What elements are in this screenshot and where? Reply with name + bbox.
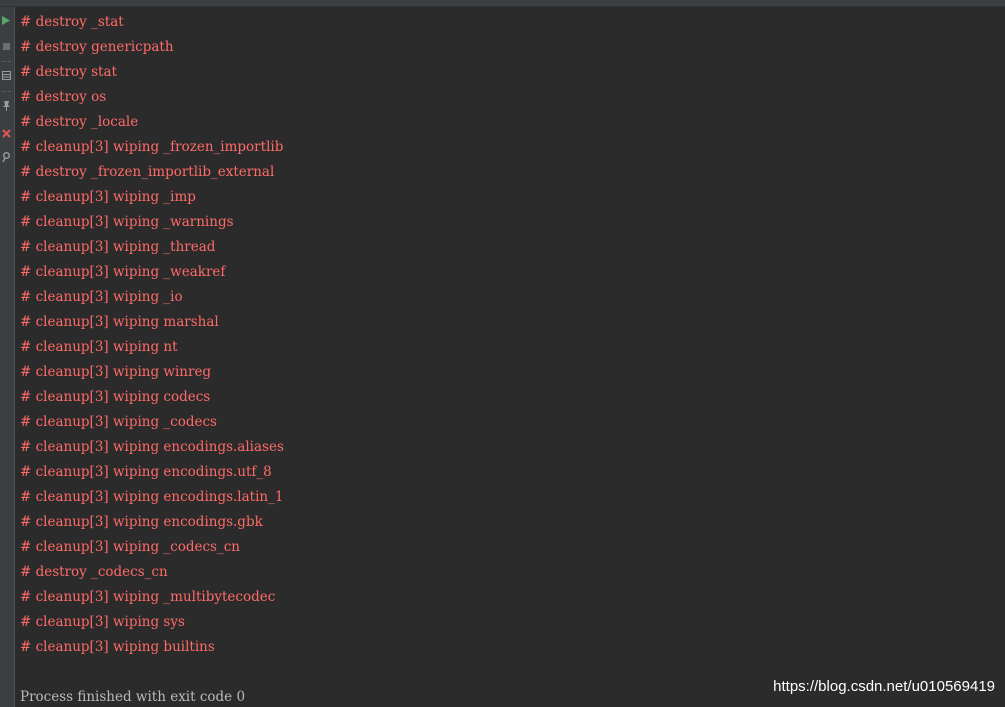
console-line: # destroy genericpath bbox=[20, 39, 174, 55]
console-line: # cleanup[3] wiping _codecs_cn bbox=[20, 539, 240, 555]
console-line: # destroy _locale bbox=[20, 114, 139, 130]
console-line: # destroy stat bbox=[20, 64, 117, 80]
console-line: # cleanup[3] wiping encodings.latin_1 bbox=[20, 489, 284, 505]
console-line: # cleanup[3] wiping _frozen_importlib bbox=[20, 139, 284, 155]
toolbar-separator bbox=[2, 61, 11, 62]
console-line: # cleanup[3] wiping encodings.utf_8 bbox=[20, 464, 272, 480]
console-line: # cleanup[3] wiping _weakref bbox=[20, 264, 226, 280]
pin-icon[interactable] bbox=[0, 99, 12, 113]
stop-icon[interactable] bbox=[0, 39, 12, 53]
layout-icon[interactable] bbox=[0, 68, 12, 82]
console-line: # destroy _stat bbox=[20, 14, 124, 30]
console-line: # cleanup[3] wiping _multibytecodec bbox=[20, 589, 276, 605]
console-line: # cleanup[3] wiping _thread bbox=[20, 239, 216, 255]
window-top-bar bbox=[0, 0, 1005, 7]
console-line: # cleanup[3] wiping marshal bbox=[20, 314, 219, 330]
console-line: # cleanup[3] wiping winreg bbox=[20, 364, 212, 380]
console-line: # cleanup[3] wiping nt bbox=[20, 339, 178, 355]
console-line: # destroy _codecs_cn bbox=[20, 564, 168, 580]
console-line: # destroy os bbox=[20, 89, 107, 105]
console-toolbar bbox=[0, 7, 15, 707]
console-line: # destroy _frozen_importlib_external bbox=[20, 164, 275, 180]
run-icon[interactable] bbox=[0, 13, 12, 27]
console-line: # cleanup[3] wiping encodings.aliases bbox=[20, 439, 284, 455]
console-line: # cleanup[3] wiping _io bbox=[20, 289, 183, 305]
console-line: # cleanup[3] wiping codecs bbox=[20, 389, 211, 405]
console-line: # cleanup[3] wiping builtins bbox=[20, 639, 215, 655]
close-icon[interactable] bbox=[0, 126, 12, 140]
console-line: # cleanup[3] wiping _warnings bbox=[20, 214, 234, 230]
watermark-url: https://blog.csdn.net/u010569419 bbox=[773, 678, 995, 695]
console-output[interactable]: # destroy _stat # destroy genericpath # de… bbox=[20, 12, 980, 705]
exit-message: Process finished with exit code 0 bbox=[20, 689, 246, 705]
toolbar-separator bbox=[2, 91, 11, 92]
console-line: # cleanup[3] wiping _imp bbox=[20, 189, 196, 205]
console-line: # cleanup[3] wiping encodings.gbk bbox=[20, 514, 263, 530]
console-line: # cleanup[3] wiping sys bbox=[20, 614, 185, 630]
console-line: # cleanup[3] wiping _codecs bbox=[20, 414, 217, 430]
settings-icon[interactable] bbox=[0, 150, 12, 164]
